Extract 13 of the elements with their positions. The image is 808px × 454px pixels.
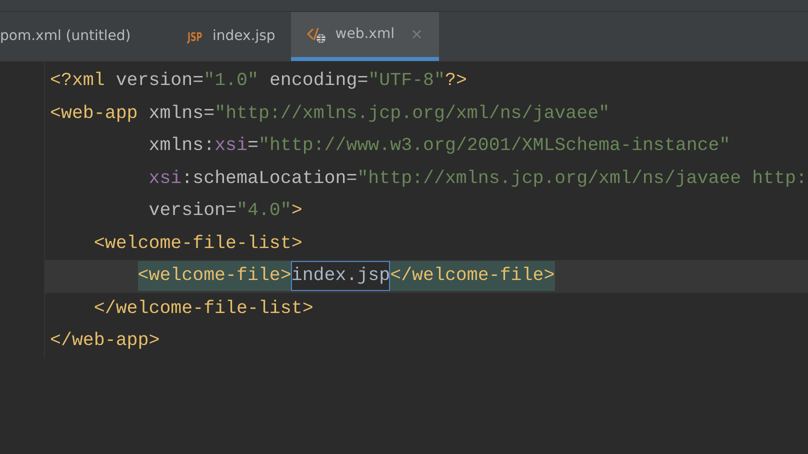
code-line: <welcome-file-list> xyxy=(92,232,304,256)
jsp-file-icon: JSP xyxy=(187,28,202,46)
editor-tab[interactable]: web.xml × xyxy=(291,12,440,61)
code-line: <?xml version="1.0" encoding="UTF-8"?> xyxy=(49,70,468,93)
editor-tab[interactable]: JSP index.jsp xyxy=(168,12,292,61)
code-line: <web-app xmlns="http://xmlns.jcp.org/xml/ns/javaee" xyxy=(49,102,611,126)
code-line: xsi:schemaLocation="http://xmlns.jcp.org/xml/ns/javaee http: xyxy=(148,168,808,190)
code-line: version="4.0"> xyxy=(148,200,304,223)
xml-globe-icon xyxy=(307,26,328,44)
code-line: </welcome-file-list> xyxy=(92,298,314,320)
code-line: xmlns:xsi="http://www.w3.org/2001/XMLSchema-instance" xyxy=(148,135,732,158)
editor-tab[interactable]: pom.xml (untitled) xyxy=(0,12,169,61)
code-line: </web-app> xyxy=(49,330,161,353)
